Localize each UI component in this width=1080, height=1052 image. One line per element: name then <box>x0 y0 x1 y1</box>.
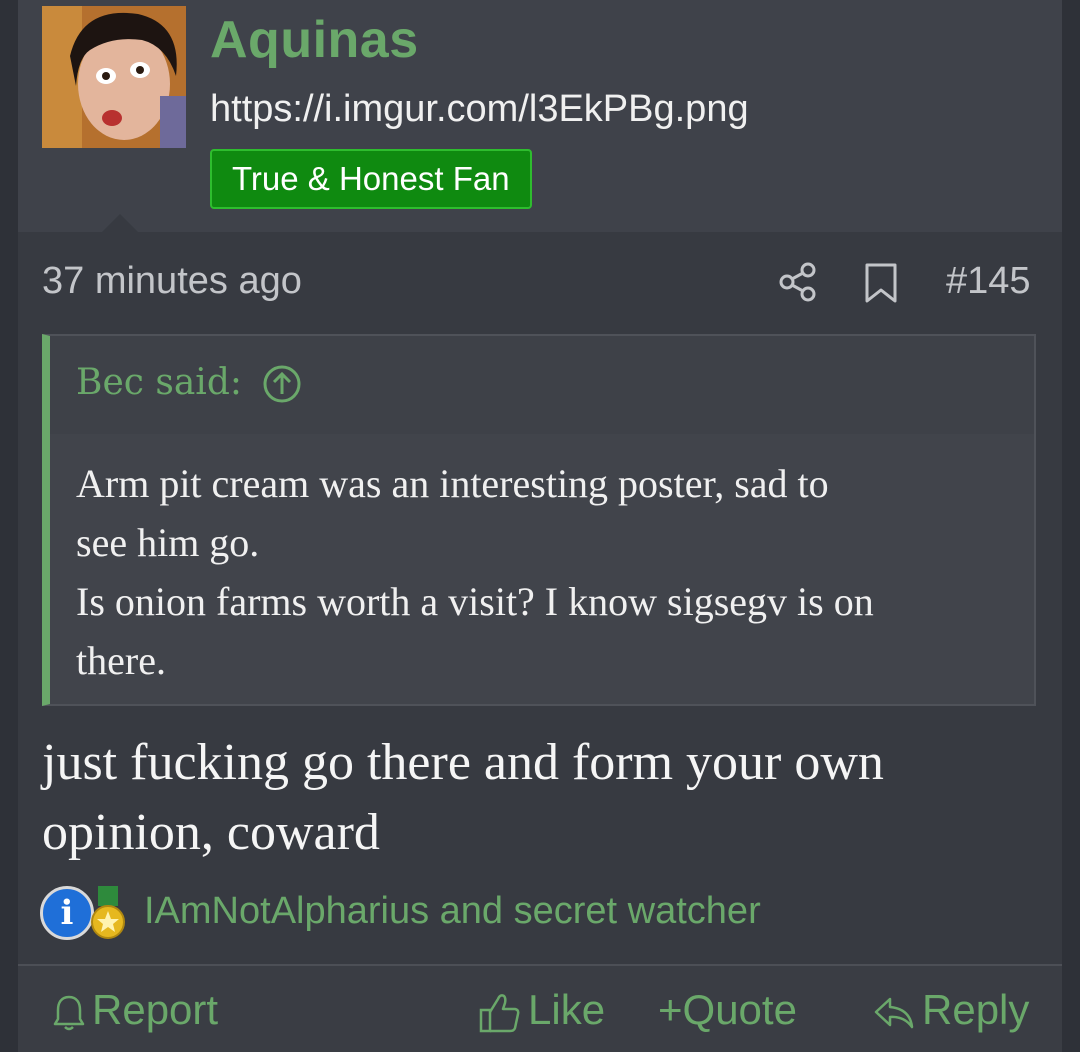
reply-arrow-icon <box>874 997 914 1029</box>
reply-label: Reply <box>922 986 1030 1033</box>
like-label: Like <box>528 986 606 1033</box>
report-label: Report <box>92 986 219 1033</box>
share-icon[interactable] <box>778 262 818 302</box>
message-line: opinion, coward <box>42 804 380 861</box>
forum-post: Aquinas https://i.imgur.com/l3EkPBg.png … <box>18 0 1062 1052</box>
quote-line: Arm pit cream was an interesting poster,… <box>76 461 829 506</box>
arrow-up-circle-icon[interactable] <box>262 364 302 404</box>
message-line: just fucking go there and form your own <box>42 734 884 791</box>
quote-line: there. <box>76 638 166 683</box>
footer-divider <box>18 964 1062 966</box>
like-button[interactable]: Like <box>478 984 605 1040</box>
quote-line: Is onion farms worth a visit? I know sig… <box>76 579 874 624</box>
quote-body: Arm pit cream was an interesting poster,… <box>76 454 1016 690</box>
report-button[interactable]: Report <box>52 984 218 1040</box>
reply-button[interactable]: Reply <box>872 984 1029 1040</box>
thumbs-up-icon <box>479 994 520 1033</box>
bell-icon <box>53 995 85 1031</box>
avatar[interactable] <box>42 6 186 148</box>
user-info-block: Aquinas https://i.imgur.com/l3EkPBg.png … <box>18 0 1062 232</box>
quote-line: see him go. <box>76 520 260 565</box>
post-timestamp[interactable]: 37 minutes ago <box>42 260 302 303</box>
user-block-pointer <box>102 214 138 232</box>
reactions-bar[interactable]: i IAmNotAlpharius and secret watcher <box>40 884 940 944</box>
quote-button[interactable]: +Quote <box>658 984 797 1040</box>
post-message: just fucking go there and form your own … <box>42 728 1032 868</box>
post-number[interactable]: #145 <box>946 260 1031 303</box>
quote-label: Quote <box>682 986 797 1033</box>
post-meta-row: 37 minutes ago #145 <box>18 232 1062 332</box>
quote-header: Bec said: <box>50 336 1034 434</box>
reaction-users[interactable]: IAmNotAlpharius and secret watcher <box>144 890 761 933</box>
username[interactable]: Aquinas <box>210 10 419 70</box>
user-banner: True & Honest Fan <box>210 149 532 209</box>
user-title: https://i.imgur.com/l3EkPBg.png <box>210 88 749 130</box>
bookmark-icon[interactable] <box>864 262 898 304</box>
plus-icon: + <box>658 986 683 1033</box>
quote-block: Bec said: Arm pit cream was an interesti… <box>42 334 1036 706</box>
info-reaction-icon: i <box>40 886 94 940</box>
medal-reaction-icon <box>91 886 125 939</box>
quote-author[interactable]: Bec said: <box>76 362 242 403</box>
